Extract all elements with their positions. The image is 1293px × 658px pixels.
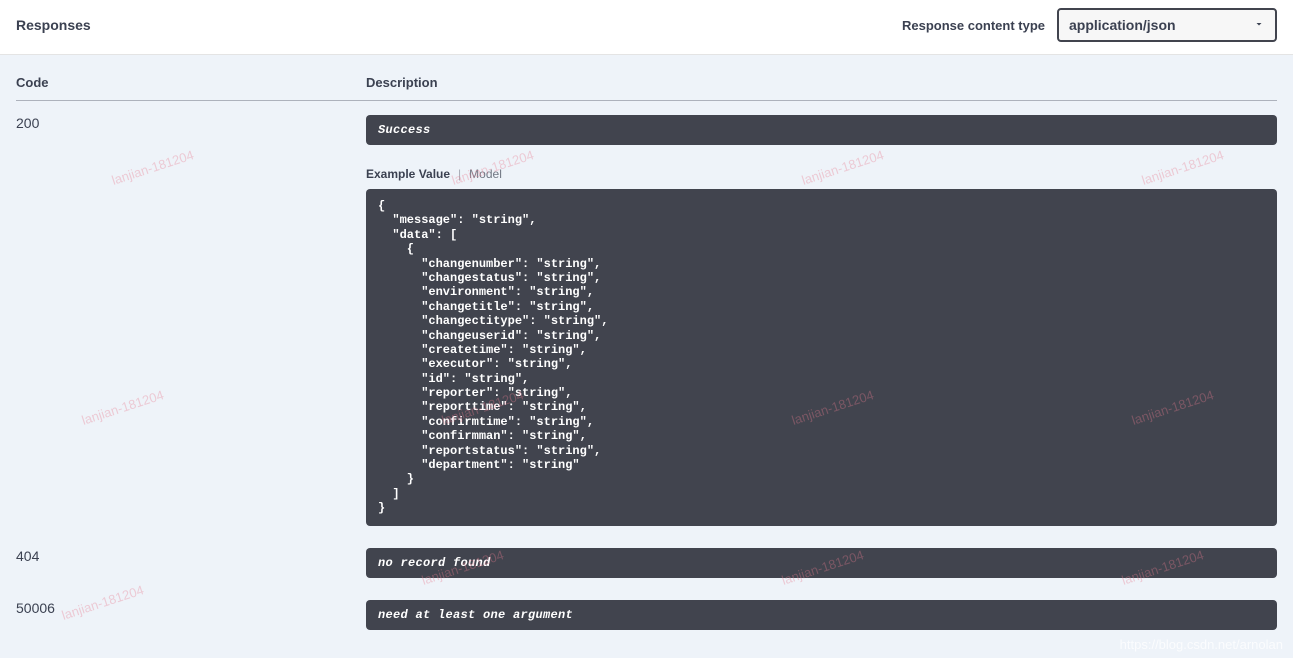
table-row: 404no record found — [16, 534, 1277, 586]
response-code: 404 — [16, 534, 366, 586]
responses-body: Code Description 200Success Example Value… — [0, 55, 1293, 658]
response-description-cell: Success Example Value | Model { "message": "… — [366, 101, 1277, 534]
response-code: 50006 — [16, 586, 366, 638]
example-value-block[interactable]: { "message": "string", "data": [ { "chan… — [366, 189, 1277, 526]
tab-model[interactable]: Model — [469, 167, 502, 181]
responses-table: Code Description 200Success Example Value… — [16, 75, 1277, 638]
responses-title: Responses — [16, 17, 91, 33]
response-description: no record found — [366, 548, 1277, 578]
response-code: 200 — [16, 101, 366, 534]
tab-example-value[interactable]: Example Value — [366, 167, 450, 181]
column-header-description: Description — [366, 75, 1277, 101]
response-description-cell: need at least one argument — [366, 586, 1277, 638]
example-tabs: Example Value | Model — [366, 167, 1277, 181]
response-description-cell: no record found — [366, 534, 1277, 586]
content-type-value: application/json — [1069, 17, 1176, 33]
table-row: 200Success Example Value | Model { "message"… — [16, 101, 1277, 534]
response-description: Success — [366, 115, 1277, 145]
chevron-down-icon — [1253, 17, 1265, 33]
content-type-group: Response content type application/json — [902, 8, 1277, 42]
column-header-code: Code — [16, 75, 366, 101]
table-row: 50006need at least one argument — [16, 586, 1277, 638]
tab-separator: | — [458, 167, 461, 181]
responses-header: Responses Response content type applicat… — [0, 0, 1293, 55]
content-type-label: Response content type — [902, 18, 1045, 33]
content-type-select[interactable]: application/json — [1057, 8, 1277, 42]
response-description: need at least one argument — [366, 600, 1277, 630]
